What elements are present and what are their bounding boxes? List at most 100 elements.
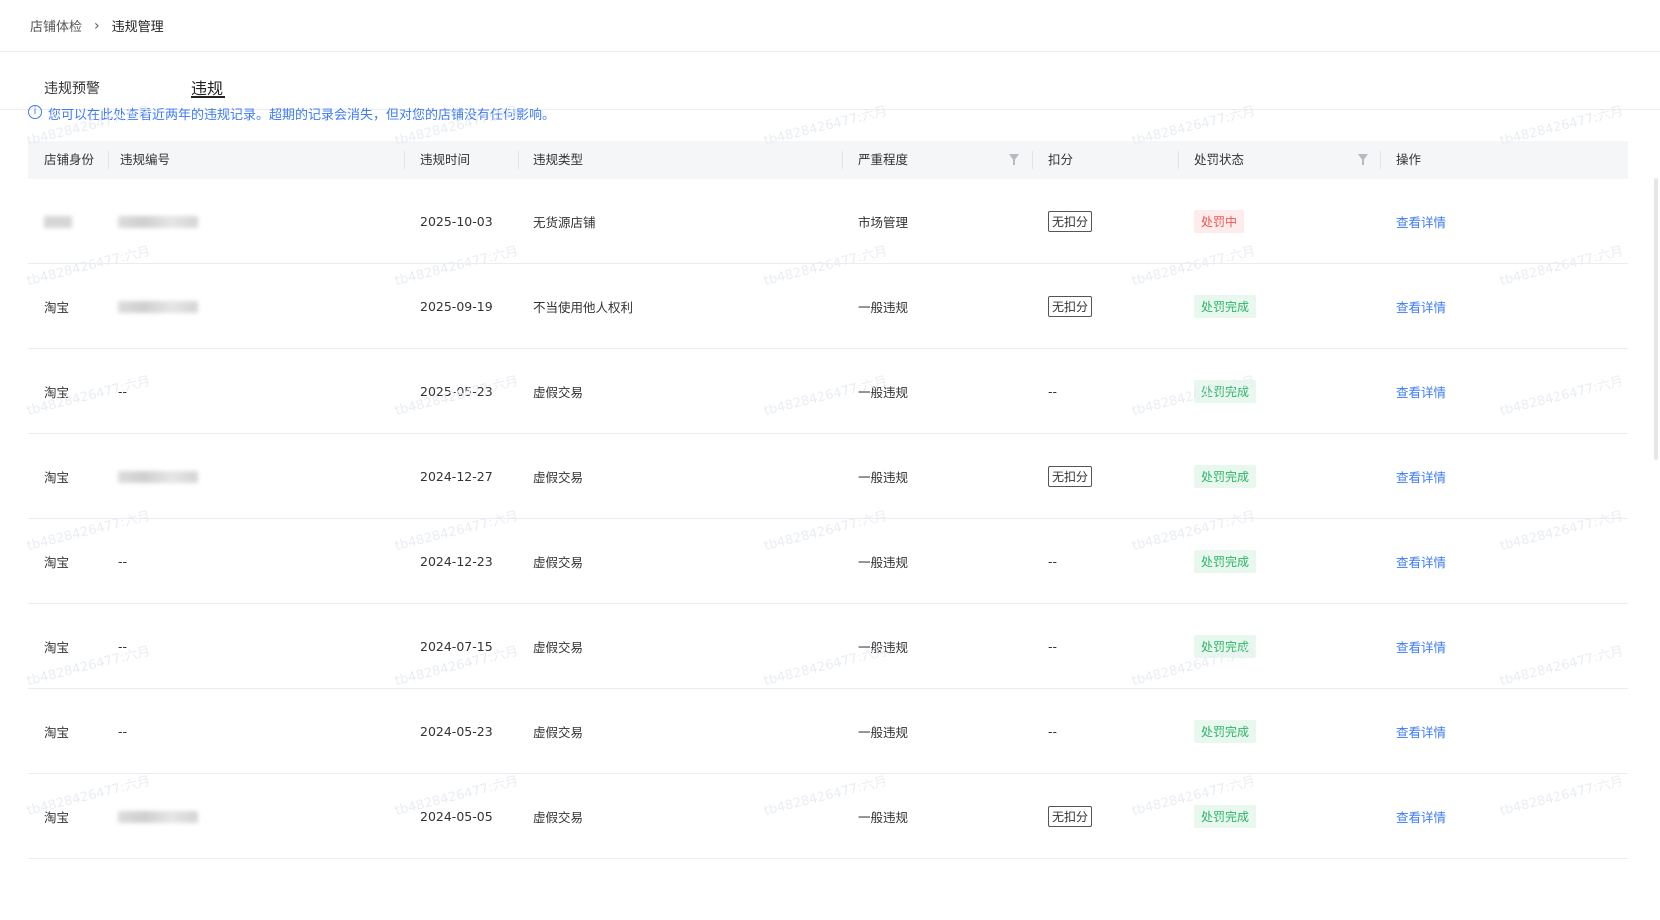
cell-score: -- [1048,519,1057,604]
cell-violation-time: 2024-12-23 [420,519,493,604]
header-violation-time: 违规时间 [420,152,471,167]
violation-time-text: 2024-07-15 [420,639,493,654]
severity-text: 市场管理 [858,215,909,230]
violation-id-text: -- [118,384,128,399]
cell-violation-type: 虚假交易 [533,434,583,519]
cell-store-identity [44,179,72,264]
cell-score: -- [1048,604,1057,689]
cell-violation-type: 虚假交易 [533,604,583,689]
status-badge: 处罚完成 [1194,720,1257,743]
view-details-link[interactable]: 查看详情 [1396,722,1446,741]
cell-violation-id: -- [118,689,127,774]
header-divider [1178,151,1179,169]
cell-penalty-status: 处罚完成 [1194,774,1257,859]
violation-time-text: 2024-12-27 [420,469,493,484]
cell-violation-type: 虚假交易 [533,519,583,604]
violation-type-text: 虚假交易 [533,555,584,570]
info-icon: i [28,105,42,119]
view-details-link[interactable]: 查看详情 [1396,807,1446,826]
cell-penalty-status: 处罚完成 [1194,519,1257,604]
header-score: 扣分 [1048,152,1074,167]
cell-violation-id: -- [118,604,127,689]
cell-score: 无扣分 [1048,434,1093,519]
chevron-right-icon: › [94,17,100,34]
cell-score: 无扣分 [1048,774,1093,859]
table-header: 店铺身份 违规编号 违规时间 违规类型 严重程度 扣分 处罚状态 操作 [28,141,1628,179]
severity-text: 一般违规 [858,300,909,315]
score-badge: 无扣分 [1048,296,1093,317]
redacted-violation-id [118,810,198,823]
cell-violation-time: 2024-07-15 [420,604,493,689]
cell-store-identity: 淘宝 [44,604,69,689]
breadcrumb-parent[interactable]: 店铺体检 [30,16,82,35]
store-identity-text: 淘宝 [44,470,70,485]
status-badge: 处罚完成 [1194,550,1257,573]
score-badge: 无扣分 [1048,806,1093,827]
table-row: 淘宝 2024-12-27 虚假交易 一般违规 无扣分 处罚完成 查看详情 [28,434,1628,519]
redacted-violation-id [118,300,198,313]
view-details-link[interactable]: 查看详情 [1396,552,1446,571]
severity-filter-icon[interactable] [1009,154,1019,165]
view-details-link[interactable]: 查看详情 [1396,297,1446,316]
vertical-scrollbar[interactable] [1654,178,1658,460]
cell-severity: 市场管理 [858,179,908,264]
cell-violation-time: 2024-05-05 [420,774,493,859]
violation-id-text: -- [118,724,128,739]
severity-text: 一般违规 [858,725,909,740]
status-badge: 处罚完成 [1194,805,1257,828]
cell-store-identity: 淘宝 [44,774,69,859]
view-details-link[interactable]: 查看详情 [1396,382,1446,401]
violation-type-text: 无货源店铺 [533,215,596,230]
cell-actions: 查看详情 [1396,434,1446,519]
cell-violation-type: 不当使用他人权利 [533,264,633,349]
violation-time-text: 2024-05-05 [420,809,493,824]
store-identity-text: 淘宝 [44,640,70,655]
redacted-violation-id [118,215,198,228]
header-store-identity: 店铺身份 [44,152,95,167]
cell-score: 无扣分 [1048,264,1093,349]
score-badge: 无扣分 [1048,466,1093,487]
violation-time-text: 2024-12-23 [420,554,493,569]
cell-score: -- [1048,349,1057,434]
severity-text: 一般违规 [858,640,909,655]
violation-time-text: 2025-09-19 [420,299,493,314]
violation-id-text: -- [118,639,128,654]
cell-score: -- [1048,689,1057,774]
cell-violation-time: 2025-10-03 [420,179,493,264]
violation-type-text: 虚假交易 [533,470,584,485]
header-divider [1032,151,1033,169]
cell-penalty-status: 处罚完成 [1194,689,1257,774]
cell-violation-id [118,179,198,264]
cell-store-identity: 淘宝 [44,689,69,774]
score-badge: 无扣分 [1048,211,1093,232]
violation-type-text: 虚假交易 [533,810,584,825]
redacted-identity [44,215,72,228]
status-filter-icon[interactable] [1358,154,1368,165]
view-details-link[interactable]: 查看详情 [1396,212,1446,231]
store-identity-text: 淘宝 [44,725,70,740]
cell-violation-time: 2024-05-23 [420,689,493,774]
cell-penalty-status: 处罚完成 [1194,264,1257,349]
score-text: -- [1048,639,1058,654]
status-badge: 处罚完成 [1194,380,1257,403]
table-row: 淘宝 -- 2025-05-23 虚假交易 一般违规 -- 处罚完成 查看详情 [28,349,1628,434]
view-details-link[interactable]: 查看详情 [1396,467,1446,486]
cell-violation-type: 虚假交易 [533,349,583,434]
cell-violation-time: 2025-09-19 [420,264,493,349]
view-details-link[interactable]: 查看详情 [1396,637,1446,656]
header-actions: 操作 [1396,152,1422,167]
violation-type-text: 不当使用他人权利 [533,300,634,315]
breadcrumb-current: 违规管理 [111,20,164,35]
cell-actions: 查看详情 [1396,604,1446,689]
active-tab-indicator [191,96,225,98]
store-identity-text: 淘宝 [44,300,70,315]
violation-type-text: 虚假交易 [533,725,584,740]
cell-violation-id [118,264,198,349]
score-text: -- [1048,724,1058,739]
cell-store-identity: 淘宝 [44,434,69,519]
cell-violation-type: 无货源店铺 [533,179,596,264]
cell-severity: 一般违规 [858,774,908,859]
tab-violation-warning[interactable]: 违规预警 [44,78,100,98]
table-row: 淘宝 2024-05-05 虚假交易 一般违规 无扣分 处罚完成 查看详情 [28,774,1628,859]
cell-violation-type: 虚假交易 [533,689,583,774]
